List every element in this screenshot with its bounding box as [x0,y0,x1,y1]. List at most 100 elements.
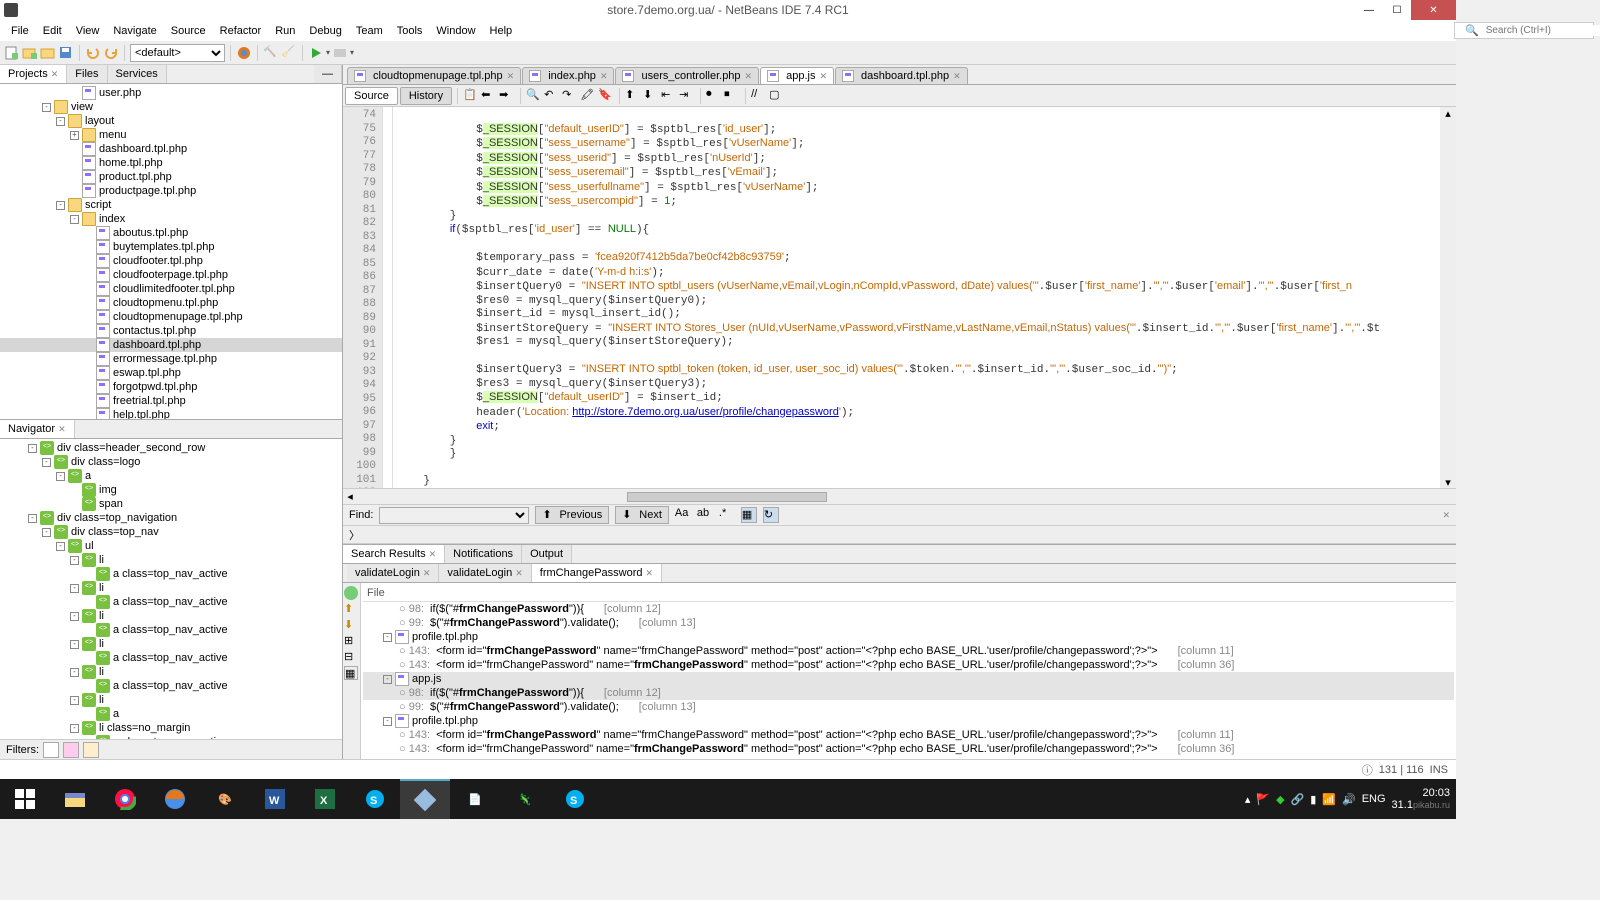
close-button[interactable]: ✕ [1411,0,1456,20]
tree-node[interactable]: +productpage.tpl.php [0,184,342,198]
chrome-icon[interactable] [100,779,150,819]
search-subtab[interactable]: validateLogin✕ [439,564,531,582]
nav-node[interactable]: +img [0,483,342,497]
search-result-row[interactable]: -profile.tpl.php [363,714,1454,728]
output-tab[interactable]: Search Results✕ [343,545,445,563]
editor-hscroll[interactable]: ◂ [343,488,1456,504]
nav-node[interactable]: -li [0,637,342,651]
nav-node[interactable]: -ul [0,539,342,553]
code-editor[interactable]: 74 75 76 77 78 79 80 81 82 83 84 85 86 8… [343,107,1456,488]
tree-node[interactable]: +forgotpwd.tpl.php [0,380,342,394]
menu-file[interactable]: File [4,23,36,39]
filter-button-1[interactable] [43,742,59,758]
code-content[interactable]: $_SESSION["default_userID"] = $sptbl_res… [393,107,1440,488]
tree-node[interactable]: +dashboard.tpl.php [0,142,342,156]
expand-icon[interactable]: ⊞ [344,634,358,648]
notepad-icon[interactable]: 📄 [450,779,500,819]
macro-start-icon[interactable]: ⏺ [706,88,722,104]
run-icon[interactable] [308,45,324,61]
find-sel-icon[interactable]: 🔍 [526,88,542,104]
nav-node[interactable]: +a class=top_nav_active [0,567,342,581]
navigator-tab[interactable]: Navigator ✕ [0,420,75,438]
menu-team[interactable]: Team [349,23,390,39]
new-project-icon[interactable] [22,45,38,61]
editor-view-source[interactable]: Source [345,87,398,105]
tray-clock[interactable]: 20:03 31.1pikabu.ru [1392,787,1450,811]
excel-icon[interactable]: X [300,779,350,819]
menu-help[interactable]: Help [483,23,520,39]
panel-tab-files[interactable]: Files [67,65,107,83]
netbeans-icon[interactable] [400,779,450,819]
find-prev-button[interactable]: ⬆Previous [535,506,609,524]
word-icon[interactable]: W [250,779,300,819]
nav-node[interactable]: -div class=top_navigation [0,511,342,525]
tree-node[interactable]: +cloudfooterpage.tpl.php [0,268,342,282]
navigator-tree[interactable]: -div class=header_second_row-div class=l… [0,439,342,739]
menu-debug[interactable]: Debug [302,23,348,39]
tree-node[interactable]: -index [0,212,342,226]
tree-node[interactable]: +contactus.tpl.php [0,324,342,338]
nav-node[interactable]: -li [0,693,342,707]
tree-node[interactable]: +menu [0,128,342,142]
search-result-row[interactable]: ○ 98:if($("#frmChangePassword")){[column… [363,602,1454,616]
find-close-icon[interactable]: ✕ [1442,510,1450,521]
debug-icon[interactable] [332,45,348,61]
search-result-row[interactable]: ○ 143:<form id="frmChangePassword" name=… [363,644,1454,658]
search-result-row[interactable]: ○ 143:<form id="frmChangePassword" name=… [363,742,1454,756]
tray-flag-icon[interactable]: 🚩 [1256,793,1270,806]
tray-net-icon[interactable]: 🔗 [1291,793,1305,806]
menu-run[interactable]: Run [268,23,302,39]
search-input[interactable] [1486,25,1600,36]
notifications-icon[interactable]: ⓘ [1362,762,1373,778]
prev-bm-icon[interactable]: ⬆ [625,88,641,104]
projects-tree[interactable]: +user.php-view-layout+menu+dashboard.tpl… [0,84,342,419]
menu-window[interactable]: Window [429,23,482,39]
find-next-icon[interactable]: ↷ [562,88,578,104]
find-hl-icon[interactable]: ▦ [741,507,757,523]
tree-node[interactable]: +cloudlimitedfooter.tpl.php [0,282,342,296]
tree-node[interactable]: +dashboard.tpl.php [0,338,342,352]
nav-node[interactable]: -div class=logo [0,455,342,469]
output-tab[interactable]: Output [522,545,572,563]
tree-node[interactable]: +cloudfooter.tpl.php [0,254,342,268]
skype-icon[interactable]: S [350,779,400,819]
back-icon[interactable]: ⬅ [481,88,497,104]
find-next-button[interactable]: ⬇Next [615,506,669,524]
nav-node[interactable]: -div class=header_second_row [0,441,342,455]
editor-tab[interactable]: cloudtopmenupage.tpl.php✕ [347,67,521,84]
nav-node[interactable]: -li [0,665,342,679]
build-icon[interactable]: 🔨 [263,45,279,61]
nav-node[interactable]: +a class=top_nav_active [0,623,342,637]
editor-tab[interactable]: dashboard.tpl.php✕ [835,67,968,84]
next-match-icon[interactable]: ⬇ [344,618,358,632]
nav-node[interactable]: -li [0,553,342,567]
menu-source[interactable]: Source [164,23,213,39]
menu-view[interactable]: View [69,23,107,39]
skype2-icon[interactable]: S [550,779,600,819]
search-result-row[interactable]: ○ 143:<form id="frmChangePassword" name=… [363,658,1454,672]
search-result-row[interactable]: ○ 143:<form id="frmChangePassword" name=… [363,728,1454,742]
npp-icon[interactable]: 🦎 [500,779,550,819]
nav-node[interactable]: +a class=top_nav_active [0,651,342,665]
forward-icon[interactable]: ➡ [499,88,515,104]
toggle-hl-icon[interactable]: 🖍 [580,88,596,104]
open-project-icon[interactable] [40,45,56,61]
menu-edit[interactable]: Edit [36,23,69,39]
nav-node[interactable]: +a class=top_nav_active [0,595,342,609]
firefox-icon[interactable] [150,779,200,819]
clean-build-icon[interactable]: 🧹 [281,45,297,61]
search-subtab[interactable]: frmChangePassword✕ [532,564,662,582]
menu-refactor[interactable]: Refactor [213,23,269,39]
find-prev-icon[interactable]: ↶ [544,88,560,104]
tree-node[interactable]: -view [0,100,342,114]
editor-tab[interactable]: index.php✕ [522,67,614,84]
search-result-row[interactable]: -app.js [363,672,1454,686]
prev-match-icon[interactable]: ⬆ [344,602,358,616]
editor-vscroll[interactable]: ▴▾ [1440,107,1456,488]
search-result-row[interactable]: ○ 98:if($("#frmChangePassword")){[column… [363,686,1454,700]
start-button[interactable] [0,779,50,819]
tree-node[interactable]: -layout [0,114,342,128]
search-results-tree[interactable]: File ○ 98:if($("#frmChangePassword")){[c… [361,583,1456,759]
uncomment-icon[interactable]: ▢ [769,88,785,104]
find-combo[interactable] [379,507,529,524]
